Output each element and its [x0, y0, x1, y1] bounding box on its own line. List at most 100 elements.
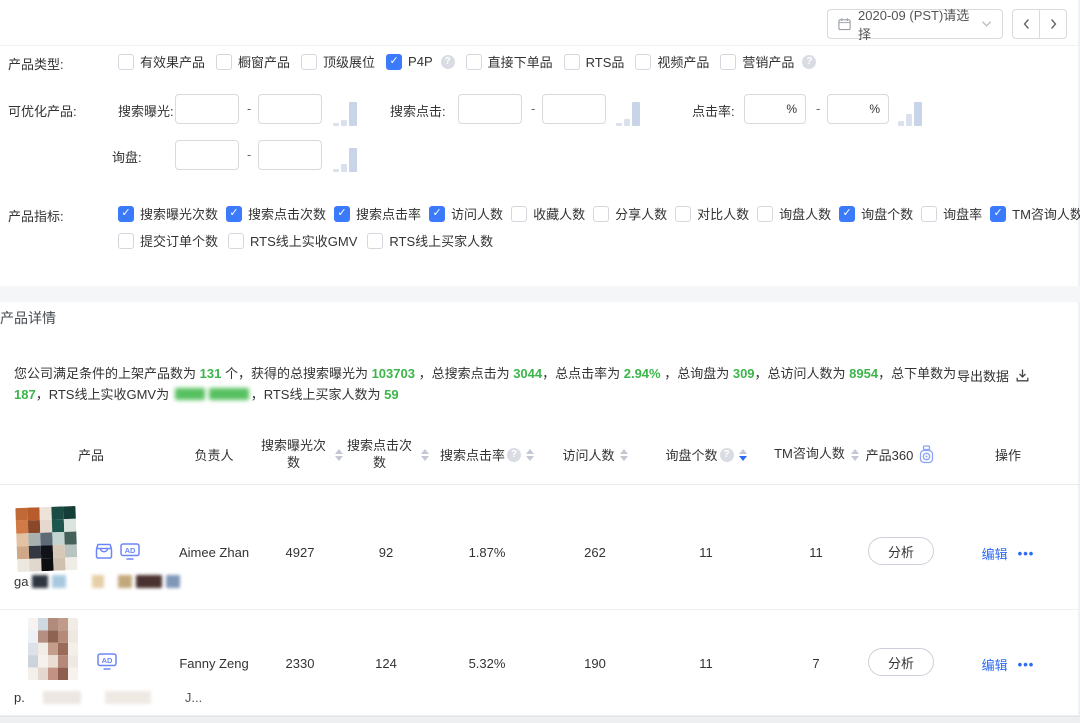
checkbox-item[interactable]: 直接下单品 [466, 52, 553, 71]
checkbox[interactable] [118, 54, 134, 70]
next-month-button[interactable] [1039, 9, 1067, 39]
prev-month-button[interactable] [1012, 9, 1040, 39]
owner-cell: Fanny Zeng [168, 656, 260, 671]
col-owner: 负责人 [168, 425, 260, 484]
edit-link[interactable]: 编辑 [982, 655, 1008, 674]
tm-cell: 7 [758, 656, 874, 671]
checkbox[interactable] [466, 54, 482, 70]
checkbox[interactable] [216, 54, 232, 70]
ctr-cell: 1.87% [424, 545, 550, 560]
checkbox[interactable] [301, 54, 317, 70]
checkbox-item[interactable]: ✓P4P? [386, 54, 455, 70]
checkbox[interactable]: ✓ [429, 206, 445, 222]
checkbox-label: RTS线上买家人数 [389, 231, 493, 250]
checkbox-label: 提交订单个数 [140, 231, 218, 250]
product-image[interactable] [15, 506, 78, 572]
product-title[interactable]: ga [14, 574, 180, 589]
help-icon[interactable]: ? [802, 55, 816, 69]
month-pager [1012, 9, 1067, 39]
summary-text: ，总搜索点击为 [415, 366, 513, 381]
checkbox-item[interactable]: RTS线上买家人数 [367, 231, 493, 250]
checkbox[interactable] [228, 233, 244, 249]
checkbox-item[interactable]: 对比人数 [675, 204, 749, 223]
checkbox[interactable] [635, 54, 651, 70]
checkbox[interactable] [564, 54, 580, 70]
checkbox-item[interactable]: RTS品 [564, 52, 625, 71]
more-actions-button[interactable]: ••• [1018, 546, 1035, 561]
checkbox-item[interactable]: RTS线上实收GMV [228, 231, 357, 250]
checkbox-item[interactable]: ✓搜索点击率 [334, 204, 421, 223]
checkbox[interactable]: ✓ [118, 206, 134, 222]
sort-icons[interactable] [620, 449, 628, 461]
redacted-value [209, 388, 249, 400]
checkbox[interactable]: ✓ [839, 206, 855, 222]
table-row: AD ga Aimee Zhan 4927 92 1.87% 262 11 11… [0, 486, 1080, 610]
checkbox-item[interactable]: 顶级展位 [301, 52, 375, 71]
checkbox[interactable] [593, 206, 609, 222]
checkbox[interactable] [675, 206, 691, 222]
section-title: 产品详情 [0, 308, 56, 328]
checkbox-item[interactable]: ✓搜索曝光次数 [118, 204, 218, 223]
checkbox-item[interactable]: 视频产品 [635, 52, 709, 71]
edit-link[interactable]: 编辑 [982, 544, 1008, 563]
col-inquiries: 询盘个数 ? [648, 425, 764, 484]
ad-badge-icon[interactable]: AD [96, 652, 118, 674]
checkbox[interactable] [921, 206, 937, 222]
tm-cell: 11 [758, 545, 874, 560]
export-data-button[interactable]: 导出数据 [957, 366, 1030, 385]
table-row: AD p. J... Fanny Zeng 2330 124 5.32% 190… [0, 610, 1080, 716]
product-360-icon[interactable] [919, 445, 934, 464]
checkbox[interactable]: ✓ [334, 206, 350, 222]
sort-icons-active[interactable] [739, 449, 747, 461]
exposure-max-input[interactable] [258, 94, 322, 124]
section-divider [0, 286, 1080, 302]
checkbox-item[interactable]: 询盘率 [921, 204, 982, 223]
table-header: 产品 负责人 搜索曝光次数 搜索点击次数 搜索点击率 ? 访问人数 询盘个数 ?… [0, 425, 1080, 485]
showcase-badge-icon[interactable] [93, 542, 115, 564]
checkbox-item[interactable]: ✓搜索点击次数 [226, 204, 326, 223]
product-title[interactable]: p. J... [14, 690, 202, 705]
more-actions-button[interactable]: ••• [1018, 657, 1035, 672]
checkbox-item[interactable]: ✓TM咨询人数 [990, 204, 1080, 223]
checkbox-item[interactable]: 询盘人数 [757, 204, 831, 223]
checkbox-item[interactable]: 提交订单个数 [118, 231, 218, 250]
owner-cell: Aimee Zhan [168, 545, 260, 560]
checkbox-item[interactable]: 营销产品? [720, 52, 816, 71]
checkbox[interactable] [720, 54, 736, 70]
checkbox-item[interactable]: 橱窗产品 [216, 52, 290, 71]
product-image[interactable] [28, 618, 78, 680]
checkbox[interactable] [757, 206, 773, 222]
checkbox[interactable]: ✓ [386, 54, 402, 70]
help-icon[interactable]: ? [441, 55, 455, 69]
checkbox[interactable] [511, 206, 527, 222]
month-picker[interactable]: 2020-09 (PST)请选择 [827, 9, 1003, 39]
click-min-input[interactable] [458, 94, 522, 124]
help-icon[interactable]: ? [507, 448, 521, 462]
checkbox-item[interactable]: ✓访问人数 [429, 204, 503, 223]
checkbox[interactable] [367, 233, 383, 249]
sort-icons[interactable] [526, 449, 534, 461]
click-max-input[interactable] [542, 94, 606, 124]
col-ctr: 搜索点击率 ? [424, 425, 550, 484]
ctr-min-input[interactable]: % [744, 94, 806, 124]
analyze-button[interactable]: 分析 [868, 648, 934, 676]
checkbox-item[interactable]: 有效果产品 [118, 52, 205, 71]
analyze-button[interactable]: 分析 [868, 537, 934, 565]
summary-value: 8954 [849, 366, 878, 381]
checkbox[interactable] [118, 233, 134, 249]
exposure-min-input[interactable] [175, 94, 239, 124]
checkbox-label: 收藏人数 [533, 204, 585, 223]
ad-badge-icon[interactable]: AD [119, 542, 141, 564]
checkbox-item[interactable]: ✓询盘个数 [839, 204, 913, 223]
inquiry-min-input[interactable] [175, 140, 239, 170]
checkbox-item[interactable]: 分享人数 [593, 204, 667, 223]
help-icon[interactable]: ? [720, 448, 734, 462]
download-icon [1015, 368, 1030, 383]
checkbox[interactable]: ✓ [226, 206, 242, 222]
month-picker-value: 2020-09 (PST)请选择 [858, 5, 974, 43]
checkbox-item[interactable]: 收藏人数 [511, 204, 585, 223]
checkbox[interactable]: ✓ [990, 206, 1006, 222]
inquiry-max-input[interactable] [258, 140, 322, 170]
ctr-max-input[interactable]: % [827, 94, 889, 124]
col-actions: 操作 [952, 425, 1064, 484]
